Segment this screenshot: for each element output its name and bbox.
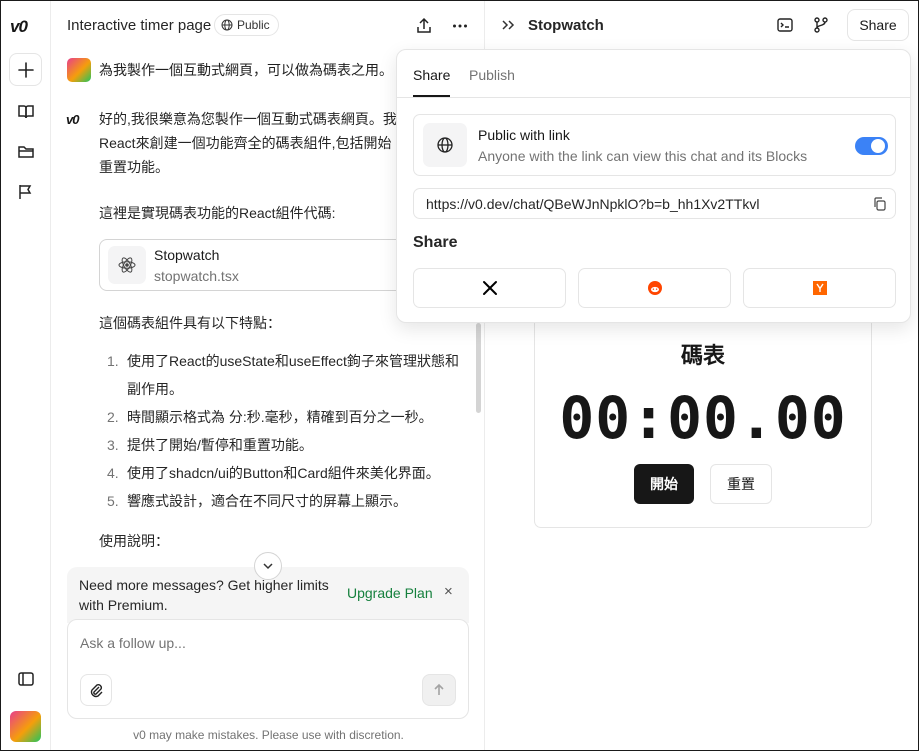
reddit-icon xyxy=(647,281,662,295)
file-card[interactable]: Stopwatch stopwatch.tsx xyxy=(99,239,419,291)
share-button[interactable]: Share xyxy=(847,9,909,41)
share-reddit-button[interactable] xyxy=(578,268,731,308)
assistant-logo: v0 xyxy=(66,112,80,127)
disclaimer: v0 may make mistakes. Please use with di… xyxy=(133,728,404,742)
console-button[interactable] xyxy=(773,13,797,37)
assistant-intro: 好的,我很樂意為您製作一個互動式碼表網頁。我 React來創建一個功能齊全的碼表… xyxy=(99,111,397,175)
share-popover: Share Publish Public with link Anyone wi… xyxy=(396,49,911,323)
list-item: 2. 時間顯示格式為 分:秒.毫秒，精確到百分之一秒。 xyxy=(107,409,433,425)
terminal-icon xyxy=(777,18,793,32)
public-link-toggle[interactable] xyxy=(855,137,888,155)
copy-icon[interactable] xyxy=(872,196,888,217)
toggle-sidebar-button[interactable] xyxy=(9,662,42,695)
message-input[interactable]: Ask a follow up... xyxy=(80,635,186,651)
tab-publish[interactable]: Publish xyxy=(469,67,515,83)
new-chat-button[interactable] xyxy=(9,53,42,86)
visibility-label: Public xyxy=(237,18,270,32)
share-tabs: Share Publish xyxy=(397,50,910,98)
chevron-down-icon xyxy=(263,563,273,570)
list-item: 4. 使用了shadcn/ui的Button和Card組件來美化界面。 xyxy=(107,465,440,481)
stopwatch-time: 00:00.00 xyxy=(559,384,847,452)
git-fork-icon xyxy=(814,17,828,33)
react-icon xyxy=(108,246,146,284)
user-avatar[interactable] xyxy=(10,711,41,742)
share-heading: Share xyxy=(413,234,458,251)
stopwatch-title: 碼表 xyxy=(680,343,725,368)
left-rail: v0 xyxy=(1,1,51,750)
preview-title: Stopwatch xyxy=(528,17,604,34)
usage-title: 使用說明： xyxy=(99,533,169,549)
projects-button[interactable] xyxy=(9,135,42,168)
tab-share[interactable]: Share xyxy=(413,67,451,97)
arrow-up-icon xyxy=(434,683,444,695)
user-message-avatar xyxy=(67,58,91,82)
visibility-badge[interactable]: Public xyxy=(214,14,279,36)
list-item: 1. 使用了React的useState和useEffect鉤子來管理狀態和副作用… xyxy=(107,353,459,397)
globe-icon xyxy=(423,123,467,167)
sidebar-icon xyxy=(17,671,34,686)
close-banner-button[interactable]: × xyxy=(444,583,453,600)
share-chat-button[interactable] xyxy=(412,14,436,38)
chat-title[interactable]: Interactive timer page xyxy=(67,17,211,34)
library-button[interactable] xyxy=(9,95,42,128)
folder-icon xyxy=(17,145,34,158)
attach-button[interactable] xyxy=(80,674,112,706)
globe-icon xyxy=(221,19,233,31)
public-link-setting: Public with link Anyone with the link ca… xyxy=(413,114,896,176)
features-list: 1. 使用了React的useState和useEffect鉤子來管理狀態和副作用… xyxy=(99,347,469,515)
public-link-title: Public with link xyxy=(478,127,570,143)
upgrade-text: Need more messages? Get higher limits wi… xyxy=(79,577,329,613)
send-button[interactable] xyxy=(422,674,456,706)
collapse-panel-button[interactable] xyxy=(496,13,520,37)
paperclip-icon xyxy=(90,684,103,698)
file-name: Stopwatch xyxy=(154,247,220,263)
preview-header: Stopwatch Share xyxy=(486,1,918,49)
chat-scrollbar[interactable] xyxy=(476,323,481,413)
x-icon xyxy=(482,281,497,295)
list-item: 5. 響應式設計，適合在不同尺寸的屏幕上顯示。 xyxy=(107,493,407,509)
plus-icon xyxy=(17,61,34,78)
composer: Ask a follow up... xyxy=(67,619,469,719)
upload-icon xyxy=(417,17,431,33)
ellipsis-icon xyxy=(453,24,467,28)
share-hackernews-button[interactable] xyxy=(743,268,896,308)
upgrade-plan-link[interactable]: Upgrade Plan xyxy=(347,585,433,601)
share-url: https://v0.dev/chat/QBeWJnNpklO?b=b_hh1X… xyxy=(426,196,760,212)
book-icon xyxy=(17,104,34,118)
more-options-button[interactable] xyxy=(448,14,472,38)
chat-header: Interactive timer page Public xyxy=(52,1,485,51)
user-message-text: 為我製作一個互動式網頁，可以做為碼表之用。 xyxy=(99,62,393,78)
reset-button[interactable]: 重置 xyxy=(710,464,772,504)
file-path: stopwatch.tsx xyxy=(154,268,239,284)
stopwatch-card: 碼表 00:00.00 開始 重置 xyxy=(534,301,872,528)
feedback-button[interactable] xyxy=(9,175,42,208)
share-url-field[interactable]: https://v0.dev/chat/QBeWJnNpklO?b=b_hh1X… xyxy=(413,188,896,219)
toggle-knob xyxy=(871,139,885,153)
public-link-description: Anyone with the link can view this chat … xyxy=(478,148,808,164)
share-x-button[interactable] xyxy=(413,268,566,308)
start-button[interactable]: 開始 xyxy=(634,464,694,504)
v0-logo[interactable]: v0 xyxy=(10,17,28,37)
fork-button[interactable] xyxy=(809,13,833,37)
hackernews-icon xyxy=(812,281,827,295)
list-item: 3. 提供了開始/暫停和重置功能。 xyxy=(107,437,313,453)
scroll-down-button[interactable] xyxy=(254,552,282,580)
flag-icon xyxy=(18,184,31,199)
chevrons-right-icon xyxy=(502,20,515,30)
